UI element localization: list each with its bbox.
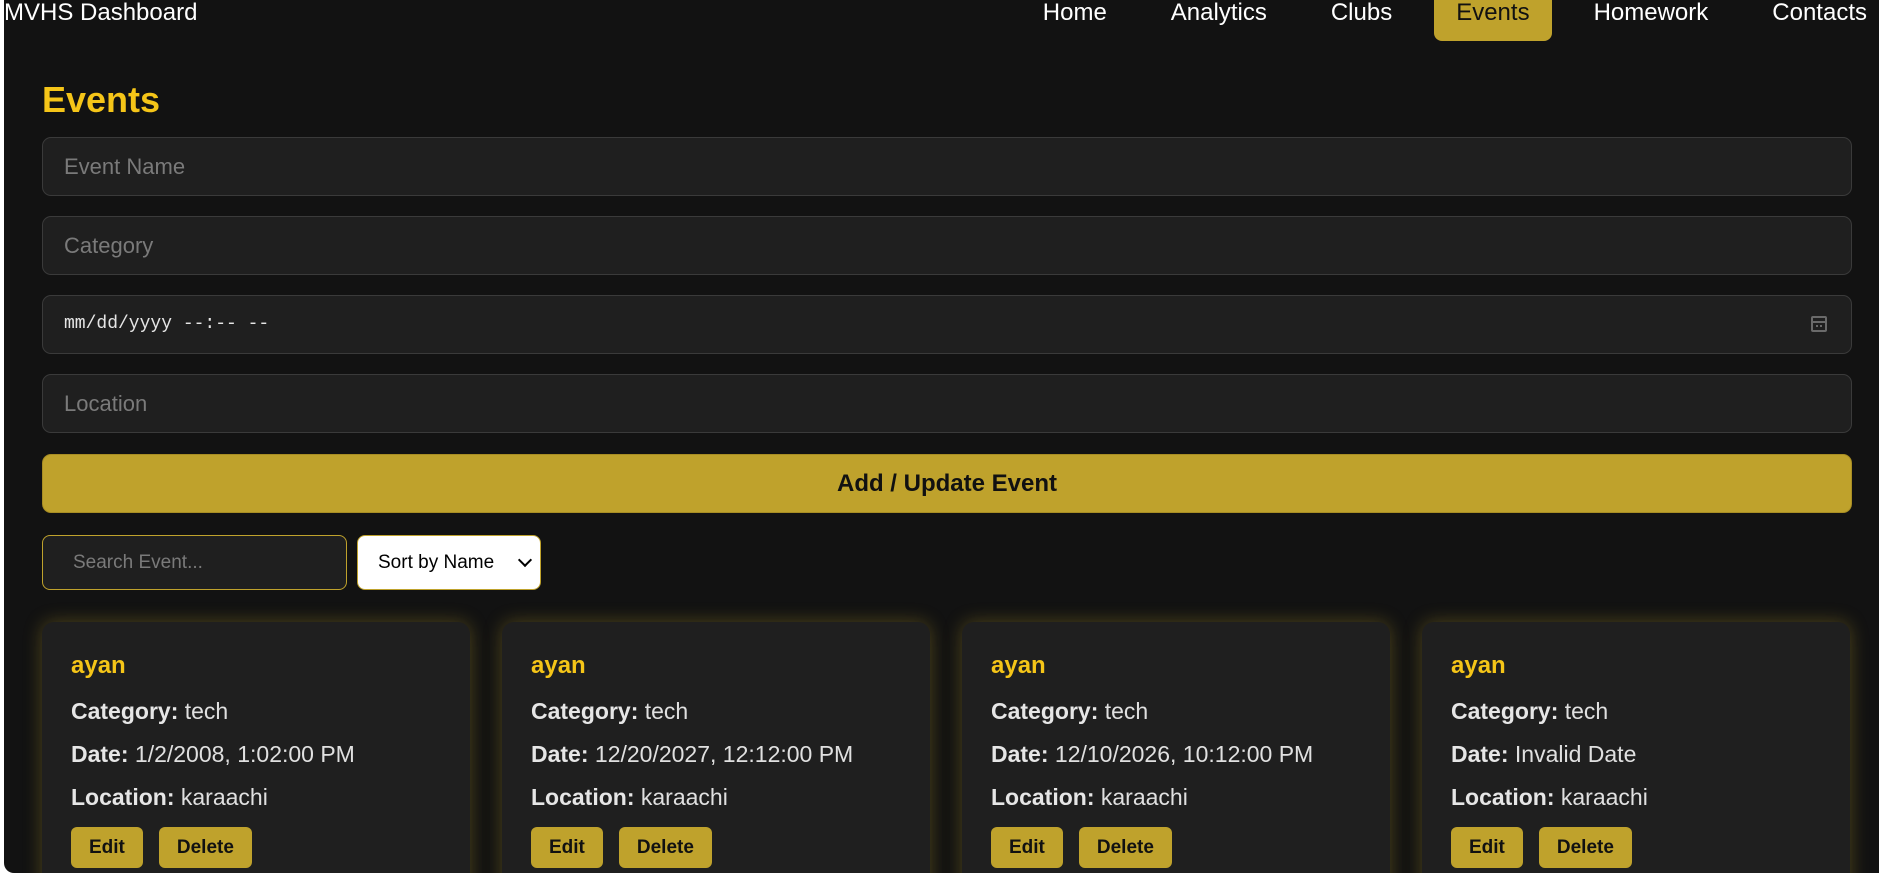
card-actions: Edit Delete [71, 827, 441, 868]
location-label: Location: [1451, 784, 1555, 810]
event-card-title: ayan [531, 652, 586, 679]
edit-button[interactable]: Edit [1451, 827, 1523, 868]
main-nav: Home Analytics Clubs Events Homework Con… [1011, 0, 1879, 41]
date-label: Date: [531, 741, 589, 767]
sort-select-value: Sort by Name [378, 552, 495, 573]
event-category-row: Category: tech [531, 698, 901, 725]
event-location-row: Location: karaachi [531, 784, 901, 811]
event-date-row: Date: 1/2/2008, 1:02:00 PM [71, 741, 441, 768]
category-label: Category: [991, 698, 1099, 724]
calendar-icon[interactable] [1811, 316, 1827, 332]
location-field [42, 374, 1852, 433]
nav-home[interactable]: Home [1011, 0, 1139, 41]
category-label: Category: [71, 698, 179, 724]
event-location-value: karaachi [1560, 784, 1648, 810]
event-card: ayan Category: tech Date: 1/2/2008, 1:02… [42, 622, 470, 873]
sort-select[interactable]: Sort by Name [357, 535, 541, 590]
event-category-value: tech [184, 698, 229, 724]
event-card: ayan Category: tech Date: 12/10/2026, 10… [962, 622, 1390, 873]
date-label: Date: [991, 741, 1049, 767]
event-card-title: ayan [71, 652, 126, 679]
nav-events[interactable]: Events [1434, 0, 1552, 41]
event-category-row: Category: tech [71, 698, 441, 725]
event-category-row: Category: tech [991, 698, 1361, 725]
event-card-title: ayan [1451, 652, 1506, 679]
app-window: MVHS Dashboard Home Analytics Clubs Even… [4, 0, 1879, 873]
location-label: Location: [71, 784, 175, 810]
top-navbar: MVHS Dashboard Home Analytics Clubs Even… [4, 0, 1879, 42]
edit-button[interactable]: Edit [71, 827, 143, 868]
edit-button[interactable]: Edit [991, 827, 1063, 868]
event-category-row: Category: tech [1451, 698, 1821, 725]
delete-button[interactable]: Delete [618, 827, 712, 868]
category-field [42, 216, 1852, 275]
category-label: Category: [1451, 698, 1559, 724]
event-date-row: Date: Invalid Date [1451, 741, 1821, 768]
nav-clubs[interactable]: Clubs [1299, 0, 1424, 41]
event-name-input[interactable] [43, 138, 1851, 195]
search-event-input[interactable] [42, 535, 347, 590]
datetime-input[interactable]: mm/dd/yyyy --:-- -- [64, 296, 269, 353]
event-date-value: 12/10/2026, 10:12:00 PM [1054, 741, 1314, 767]
nav-homework[interactable]: Homework [1562, 0, 1741, 41]
card-actions: Edit Delete [991, 827, 1361, 868]
delete-button[interactable]: Delete [1078, 827, 1172, 868]
event-cards: ayan Category: tech Date: 1/2/2008, 1:02… [42, 622, 1852, 873]
delete-button[interactable]: Delete [158, 827, 252, 868]
event-location-value: karaachi [1100, 784, 1188, 810]
event-date-row: Date: 12/10/2026, 10:12:00 PM [991, 741, 1361, 768]
event-date-row: Date: 12/20/2027, 12:12:00 PM [531, 741, 901, 768]
category-input[interactable] [43, 217, 1851, 274]
event-category-value: tech [1104, 698, 1149, 724]
events-page: Events mm/dd/yyyy --:-- -- Add / Update … [42, 70, 1852, 873]
nav-contacts[interactable]: Contacts [1740, 0, 1879, 41]
event-location-row: Location: karaachi [991, 784, 1361, 811]
list-controls: Sort by Name [42, 535, 1852, 591]
delete-button[interactable]: Delete [1538, 827, 1632, 868]
event-card: ayan Category: tech Date: Invalid Date L… [1422, 622, 1850, 873]
event-location-value: karaachi [180, 784, 268, 810]
edit-button[interactable]: Edit [531, 827, 603, 868]
event-card-title: ayan [991, 652, 1046, 679]
event-category-value: tech [1564, 698, 1609, 724]
brand-title: MVHS Dashboard [4, 0, 198, 26]
card-actions: Edit Delete [1451, 827, 1821, 868]
card-actions: Edit Delete [531, 827, 901, 868]
datetime-field[interactable]: mm/dd/yyyy --:-- -- [42, 295, 1852, 354]
event-location-value: karaachi [640, 784, 728, 810]
event-card: ayan Category: tech Date: 12/20/2027, 12… [502, 622, 930, 873]
location-label: Location: [531, 784, 635, 810]
event-location-row: Location: karaachi [71, 784, 441, 811]
event-location-row: Location: karaachi [1451, 784, 1821, 811]
event-date-value: 12/20/2027, 12:12:00 PM [594, 741, 854, 767]
chevron-down-icon [517, 552, 533, 568]
date-label: Date: [71, 741, 129, 767]
category-label: Category: [531, 698, 639, 724]
add-update-event-button[interactable]: Add / Update Event [42, 454, 1852, 513]
date-label: Date: [1451, 741, 1509, 767]
nav-analytics[interactable]: Analytics [1139, 0, 1299, 41]
event-name-field [42, 137, 1852, 196]
location-input[interactable] [43, 375, 1851, 432]
event-date-value: 1/2/2008, 1:02:00 PM [134, 741, 355, 767]
event-category-value: tech [644, 698, 689, 724]
location-label: Location: [991, 784, 1095, 810]
event-date-value: Invalid Date [1514, 741, 1637, 767]
page-title: Events [42, 79, 161, 120]
